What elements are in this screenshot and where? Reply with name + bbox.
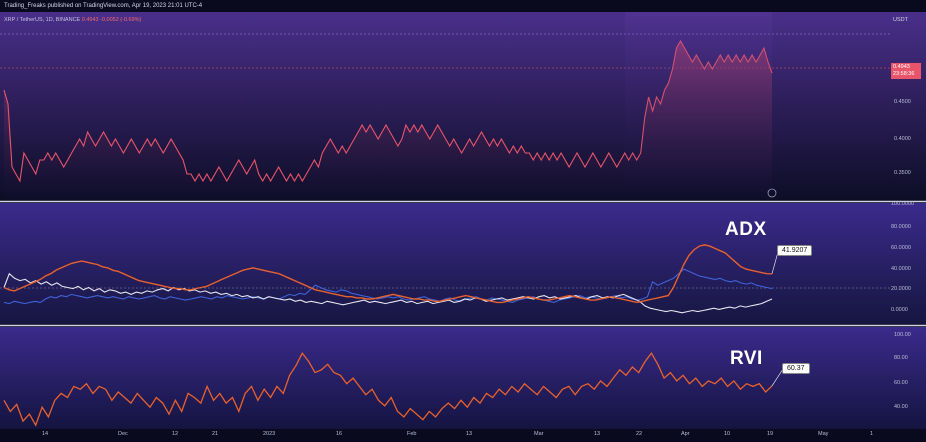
rvi-axis-tick: 40.00: [894, 404, 908, 410]
symbol-name: XRP / TetherUS, 1D, BINANCE: [4, 17, 81, 23]
symbol-header[interactable]: XRP / TetherUS, 1D, BINANCE 0.4943 -0.00…: [4, 17, 141, 23]
price-badge-countdown: 23:58:36: [893, 71, 915, 77]
x-axis-date-label: Feb: [407, 431, 417, 437]
x-axis-date-label: 2023: [263, 431, 276, 437]
x-axis-date-label: 13: [594, 431, 601, 437]
chart-stage: Trading_Freaks published on TradingView.…: [0, 0, 926, 442]
rvi-axis-tick: 60.00: [894, 380, 908, 386]
rvi-axis-tick: 100.00: [894, 332, 911, 338]
x-axis-date-label: 19: [767, 431, 774, 437]
currency-label: USDT: [893, 17, 908, 23]
rvi-panel-bg: [0, 327, 926, 429]
adx-axis-tick: 0.0000: [891, 307, 908, 313]
adx-axis-tick: 20.0000: [891, 286, 911, 292]
price-area-tint: [625, 12, 772, 200]
x-axis-date-label: May: [818, 431, 829, 437]
x-axis-date-label: 13: [466, 431, 473, 437]
x-axis-date-label: Mar: [534, 431, 544, 437]
adx-panel-bg: [0, 203, 926, 324]
x-axis-date-label: 10: [724, 431, 731, 437]
x-axis-date-label: 1: [870, 431, 874, 437]
last-change: 0.4943 -0.0052 (-0.69%): [81, 17, 142, 23]
x-axis-date-label: Dec: [118, 431, 128, 437]
price-axis-tick: 0.4000: [894, 136, 911, 142]
adx-axis-tick: 60.0000: [891, 245, 911, 251]
x-axis-date-label: 14: [42, 431, 49, 437]
x-axis-date-label: 22: [636, 431, 643, 437]
adx-axis-tick: 40.0000: [891, 266, 911, 272]
rvi-axis-tick: 80.00: [894, 355, 908, 361]
adx-title: ADX: [725, 219, 767, 240]
x-axis-date-label: 12: [172, 431, 179, 437]
price-badge: 0.4943 23:58:36: [891, 63, 921, 79]
x-axis-date-label: 21: [212, 431, 219, 437]
rvi-value-badge: 60.37: [782, 363, 810, 374]
x-axis-date-label: Apr: [681, 431, 690, 437]
chart-canvas: [0, 12, 926, 429]
x-axis-date-label: 16: [336, 431, 343, 437]
price-badge-value: 0.4943: [893, 64, 910, 70]
rvi-title: RVI: [730, 348, 763, 369]
publisher-line: Trading_Freaks published on TradingView.…: [4, 3, 203, 9]
adx-axis-tick: 100.0000: [891, 201, 914, 207]
adx-axis-tick: 80.0000: [891, 224, 911, 230]
price-axis-tick: 0.4500: [894, 99, 911, 105]
price-axis-tick: 0.3500: [894, 170, 911, 176]
adx-value-badge: 41.9207: [777, 245, 813, 256]
